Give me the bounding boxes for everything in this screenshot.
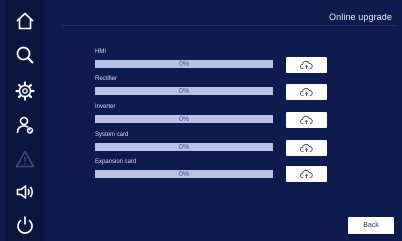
rectifier-label: Rectifier	[95, 76, 118, 82]
system-card-progress-text: 0%	[178, 143, 190, 151]
sidebar-item-power[interactable]	[9, 212, 41, 238]
cloud-upload-icon	[300, 143, 313, 153]
expansion-card-progress-text: 0%	[178, 170, 190, 178]
hmi-progress-bar: 0%	[95, 60, 273, 68]
expansion-card-upload-button[interactable]	[286, 166, 327, 182]
cloud-upload-icon	[300, 169, 313, 179]
rectifier-upload-button[interactable]	[286, 84, 327, 100]
rectifier-progress-text: 0%	[178, 87, 190, 95]
sidebar-divider	[46, 0, 47, 241]
cloud-upload-icon	[300, 115, 313, 125]
hmi-progress-text: 0%	[178, 60, 190, 68]
cloud-upload-icon	[300, 87, 313, 97]
system-card-label: System card	[95, 132, 129, 138]
cloud-upload-icon	[300, 60, 313, 70]
sidebar-item-search[interactable]	[9, 42, 41, 68]
sidebar-item-home[interactable]	[9, 8, 41, 34]
header-divider	[62, 25, 396, 26]
system-card-progress-bar: 0%	[95, 143, 273, 151]
hmi-upload-button[interactable]	[286, 57, 327, 73]
settings-gear-icon	[15, 81, 35, 101]
inverter-label: Inverter	[95, 104, 116, 110]
inverter-upload-button[interactable]	[286, 112, 327, 128]
sidebar-item-sound[interactable]	[9, 179, 41, 205]
expansion-card-label: Expansion card	[95, 159, 137, 165]
sidebar	[6, 0, 44, 241]
sidebar-item-alarm[interactable]	[9, 146, 41, 172]
sidebar-item-settings[interactable]	[9, 78, 41, 104]
rectifier-progress-bar: 0%	[95, 87, 273, 95]
sidebar-item-user[interactable]	[9, 112, 41, 138]
inverter-progress-bar: 0%	[95, 115, 273, 123]
inverter-progress-text: 0%	[178, 115, 190, 123]
user-check-icon	[16, 116, 34, 134]
power-icon	[17, 216, 33, 234]
back-button[interactable]: Back	[348, 217, 394, 234]
expansion-card-progress-bar: 0%	[95, 170, 273, 178]
home-icon	[16, 12, 34, 30]
system-card-upload-button[interactable]	[286, 140, 327, 156]
speaker-icon	[16, 185, 34, 199]
screen: Online upgrade HMI 0% Rectifier 0% Inver…	[0, 0, 402, 241]
warning-icon	[15, 150, 35, 168]
page-title: Online upgrade	[329, 12, 392, 22]
search-icon	[16, 46, 34, 64]
hmi-label: HMI	[95, 49, 106, 55]
